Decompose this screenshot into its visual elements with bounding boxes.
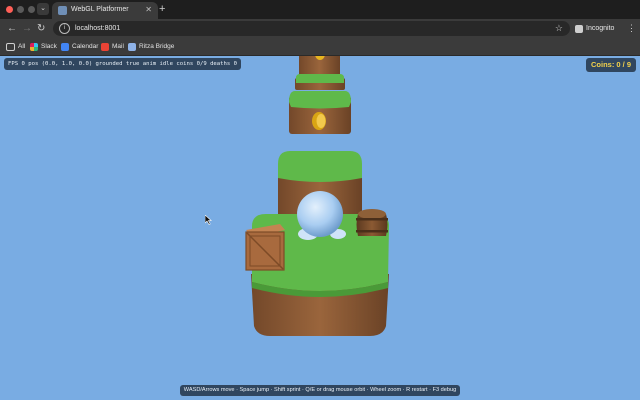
bookmark-star-icon[interactable]: ☆: [555, 22, 563, 35]
bookmark-mail[interactable]: Mail: [101, 41, 124, 52]
barrel: [356, 209, 388, 236]
platform-coin: [289, 91, 351, 134]
active-tab[interactable]: WebGL Platformer ✕: [52, 2, 158, 19]
forward-button[interactable]: →: [22, 22, 32, 35]
browser-toolbar: ← → ↻ i localhost:8001 ☆ Incognito ⋮: [0, 19, 640, 38]
browser-menu-icon[interactable]: ⋮: [627, 22, 636, 34]
coin-counter: Coins: 0 / 9: [586, 58, 637, 72]
bookmarks-bar: All Slack Calendar Mail Ritza Bridge: [0, 38, 640, 56]
close-tab-icon[interactable]: ✕: [145, 3, 152, 16]
maximize-window-button[interactable]: [28, 6, 35, 13]
controls-help: WASD/Arrows move · Space jump · Shift sp…: [180, 385, 460, 396]
new-tab-button[interactable]: +: [159, 2, 165, 16]
back-button[interactable]: ←: [7, 22, 17, 35]
bookmark-label: All: [18, 43, 26, 50]
address-bar[interactable]: i localhost:8001 ☆: [53, 21, 570, 36]
folder-icon: [6, 42, 15, 51]
platform-small: [295, 74, 345, 90]
tab-strip: ⌄ WebGL Platformer ✕ +: [0, 0, 640, 19]
minimize-window-button[interactable]: [17, 6, 24, 13]
bookmark-label: Mail: [112, 43, 124, 50]
bookmark-label: Ritza Bridge: [139, 43, 175, 50]
url-text[interactable]: localhost:8001: [75, 23, 120, 34]
close-window-button[interactable]: [6, 6, 13, 13]
mouse-cursor-icon: [205, 215, 212, 225]
site-info-icon[interactable]: i: [59, 23, 70, 34]
bookmark-label: Calendar: [72, 43, 99, 50]
tab-search-button[interactable]: ⌄: [37, 3, 49, 15]
bookmark-ritza-bridge[interactable]: Ritza Bridge: [128, 41, 174, 52]
bookmark-label: Slack: [41, 43, 57, 50]
coin: [316, 114, 326, 128]
bookmark-slack[interactable]: Slack: [30, 41, 57, 52]
incognito-icon: [575, 24, 583, 33]
bookmark-calendar[interactable]: Calendar: [61, 41, 98, 52]
crate: [245, 224, 285, 271]
incognito-indicator[interactable]: Incognito: [575, 22, 614, 35]
incognito-label: Incognito: [586, 25, 615, 32]
bookmark-all[interactable]: All: [6, 41, 25, 52]
debug-overlay: FPS 0 pos (0.0, 1.0, 0.0) grounded true …: [4, 58, 242, 70]
calendar-icon: [61, 42, 69, 51]
gmail-icon: [101, 42, 109, 51]
tab-favicon-icon: [58, 6, 67, 15]
game-canvas[interactable]: FPS 0 pos (0.0, 1.0, 0.0) grounded true …: [0, 56, 640, 400]
game-scene: [245, 56, 389, 336]
tab-title: WebGL Platformer: [71, 6, 129, 13]
slack-icon: [30, 42, 38, 51]
reload-button[interactable]: ↻: [37, 22, 45, 35]
platform-far: [299, 56, 340, 76]
bridge-icon: [128, 42, 136, 51]
